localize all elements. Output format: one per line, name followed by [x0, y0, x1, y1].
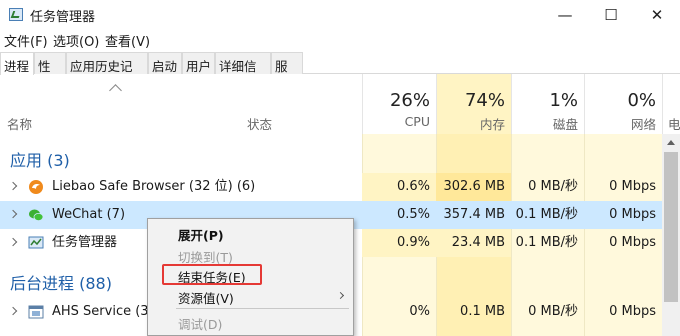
- sort-ascending-icon: [109, 84, 122, 97]
- column-header-overflow[interactable]: 电: [662, 74, 680, 134]
- memory-total: 74%: [464, 90, 505, 111]
- overflow-column-label: 电: [668, 117, 680, 132]
- tab-details[interactable]: 详细信息: [215, 52, 271, 93]
- cpu-cell: 0.9%: [362, 229, 436, 257]
- tab-bar: 进程 性能 应用历史记录 启动 用户 详细信息 服务: [0, 52, 680, 93]
- column-header-status[interactable]: 状态: [247, 114, 272, 133]
- end-task-highlight-box: [162, 264, 262, 285]
- process-name: WeChat (7): [52, 207, 126, 222]
- window-title: 任务管理器: [30, 10, 96, 25]
- column-header-name[interactable]: 名称: [7, 114, 32, 133]
- task-manager-icon: [28, 236, 44, 249]
- disk-cell: 0 MB/秒: [528, 304, 578, 319]
- wechat-icon: [29, 209, 44, 221]
- network-cell: 0 Mbps: [609, 207, 656, 222]
- memory-label: 内存: [479, 117, 505, 132]
- column-header-disk[interactable]: 1% 磁盘: [511, 74, 584, 134]
- process-name: AHS Service (32: [52, 304, 157, 319]
- disk-cell: 0.1 MB/秒: [515, 207, 578, 222]
- task-manager-icon: [9, 8, 23, 21]
- network-total: 0%: [627, 90, 656, 111]
- column-header-memory[interactable]: 74% 内存: [436, 74, 511, 134]
- menu-separator: [176, 308, 349, 309]
- network-cell: 0 Mbps: [609, 235, 656, 250]
- service-icon: [28, 305, 44, 319]
- menu-view[interactable]: 查看(V): [105, 31, 150, 50]
- tab-services[interactable]: 服务: [271, 52, 303, 93]
- expand-chevron-icon[interactable]: [8, 209, 18, 219]
- memory-cell: 357.4 MB: [443, 207, 505, 222]
- menu-file[interactable]: 文件(F): [4, 31, 48, 50]
- cpu-cell: 0.5%: [396, 207, 430, 222]
- tab-app-history[interactable]: 应用历史记录: [66, 52, 148, 93]
- close-button[interactable]: ✕: [634, 0, 680, 30]
- process-name: 任务管理器: [52, 235, 118, 250]
- menu-item-resource-values[interactable]: 资源值(V): [178, 288, 234, 307]
- column-header-network[interactable]: 0% 网络: [584, 74, 662, 134]
- title-bar: 任务管理器 — ☐ ✕: [0, 0, 680, 30]
- tab-startup[interactable]: 启动: [148, 52, 182, 74]
- disk-total: 1%: [549, 90, 578, 111]
- network-cell: 0 Mbps: [609, 179, 656, 194]
- minimize-button[interactable]: —: [542, 0, 588, 30]
- disk-label: 磁盘: [552, 117, 578, 132]
- scroll-up-arrow-icon[interactable]: [667, 140, 675, 145]
- column-header-cpu[interactable]: 26% CPU: [362, 74, 436, 134]
- column-header-name-area: 名称 状态: [0, 74, 362, 134]
- menu-bar: 文件(F) 选项(O) 查看(V): [0, 30, 680, 50]
- memory-cell: 0.1 MB: [460, 304, 505, 319]
- maximize-button[interactable]: ☐: [588, 0, 634, 30]
- group-heading-background: 后台进程 (88): [10, 274, 112, 293]
- tab-performance[interactable]: 性能: [34, 52, 66, 93]
- menu-item-debug: 调试(D): [178, 317, 223, 332]
- memory-cell: 23.4 MB: [436, 229, 511, 257]
- network-cell: 0 Mbps: [609, 304, 656, 319]
- tab-users[interactable]: 用户: [182, 52, 215, 74]
- expand-chevron-icon[interactable]: [8, 181, 18, 191]
- vertical-scrollbar[interactable]: [662, 134, 680, 336]
- context-menu: 展开(P) 切换到(T) 结束任务(E) 资源值(V) 调试(D): [147, 218, 354, 336]
- disk-cell: 0.1 MB/秒: [515, 235, 578, 250]
- table-row[interactable]: Liebao Safe Browser (32 位) (6) 0.6% 302.…: [0, 173, 662, 201]
- network-label: 网络: [630, 117, 656, 132]
- menu-item-expand[interactable]: 展开(P): [178, 225, 224, 244]
- cpu-cell: 0.6%: [362, 173, 436, 201]
- expand-chevron-icon[interactable]: [8, 306, 18, 316]
- menu-options[interactable]: 选项(O): [53, 31, 99, 50]
- disk-cell: 0 MB/秒: [528, 179, 578, 194]
- scrollbar-thumb[interactable]: [664, 152, 678, 302]
- process-name: Liebao Safe Browser (32 位) (6): [52, 179, 256, 194]
- expand-chevron-icon[interactable]: [8, 237, 18, 247]
- cpu-total: 26%: [389, 90, 430, 111]
- submenu-arrow-icon: [336, 291, 345, 300]
- memory-cell: 302.6 MB: [436, 173, 511, 201]
- liebao-browser-icon: [29, 180, 43, 194]
- cpu-cell: 0%: [409, 304, 430, 319]
- tab-processes[interactable]: 进程: [0, 52, 34, 75]
- cpu-label: CPU: [404, 114, 430, 129]
- group-heading-apps: 应用 (3): [10, 151, 70, 170]
